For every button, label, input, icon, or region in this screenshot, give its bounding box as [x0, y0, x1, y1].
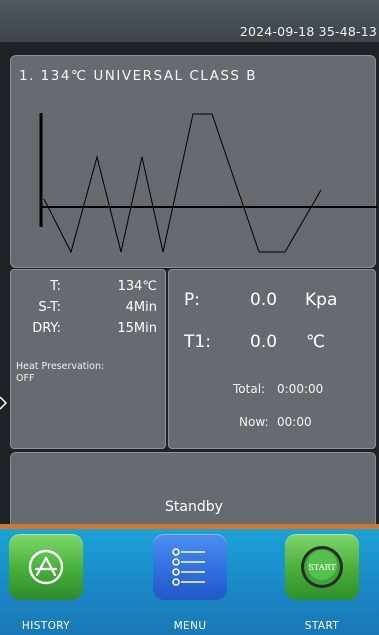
cycle-profile-chart	[39, 113, 377, 254]
param-temperature-label: T:	[50, 279, 61, 294]
now-time-value: 00:00	[277, 415, 312, 429]
t1-unit: ℃	[306, 332, 326, 352]
status-text: Standby	[165, 499, 223, 515]
heat-preservation-value: OFF	[16, 373, 35, 384]
history-button[interactable]: HISTORY	[9, 534, 83, 634]
parameters-panel[interactable]: T: 134℃ S-T: 4Min DRY: 15Min Heat Preser…	[10, 269, 166, 449]
start-label: START	[304, 620, 340, 632]
bottom-dock: HISTORY MENU START START	[0, 529, 379, 635]
list-glyph	[172, 548, 205, 586]
start-button[interactable]: START START	[285, 534, 359, 634]
menu-label: MENU	[173, 620, 207, 632]
t1-value: 0.0	[250, 332, 278, 352]
now-time-label: Now:	[239, 415, 269, 429]
param-dry-time-value: 15Min	[117, 321, 157, 336]
program-panel[interactable]: 1. 134℃ UNIVERSAL CLASS B	[10, 55, 377, 268]
start-glyph: START	[301, 546, 343, 588]
total-time-label: Total:	[233, 382, 266, 396]
pressure-value: 0.0	[250, 290, 278, 310]
start-button-icon[interactable]: START	[285, 534, 359, 600]
top-bar: 2024-09-18 35-48-13	[0, 0, 379, 42]
app-store-glyph	[28, 549, 64, 585]
cycle-profile-line	[43, 113, 322, 254]
pressure-label: P:	[184, 290, 200, 310]
history-label: HISTORY	[21, 620, 71, 632]
param-sterilization-time-value: 4Min	[125, 300, 157, 315]
list-icon[interactable]	[153, 534, 227, 600]
status-panel: Standby	[10, 452, 376, 528]
t1-label: T1:	[184, 332, 211, 352]
param-sterilization-time-label: S-T:	[38, 300, 61, 315]
param-temperature-value: 134℃	[117, 279, 157, 294]
heat-preservation-label: Heat Preservation:	[16, 361, 105, 372]
start-icon-text: START	[308, 563, 336, 572]
param-temperature: T: 134℃	[11, 279, 157, 299]
param-sterilization-time: S-T: 4Min	[11, 300, 157, 320]
param-dry-time-label: DRY:	[32, 321, 61, 336]
total-time-value: 0:00:00	[277, 382, 324, 396]
menu-button[interactable]: MENU	[153, 534, 227, 634]
param-dry-time: DRY: 15Min	[11, 321, 157, 341]
chevron-right-icon	[0, 396, 8, 410]
autoclave-screen: 2024-09-18 35-48-13 1. 134℃ UNIVERSAL CL…	[0, 0, 379, 635]
pressure-unit: Kpa	[305, 290, 338, 310]
readout-panel: P: 0.0 Kpa T1: 0.0 ℃ Total: 0:00:00 Now:…	[168, 269, 376, 449]
app-store-icon[interactable]	[9, 534, 83, 600]
datetime-display: 2024-09-18 35-48-13	[239, 24, 377, 39]
